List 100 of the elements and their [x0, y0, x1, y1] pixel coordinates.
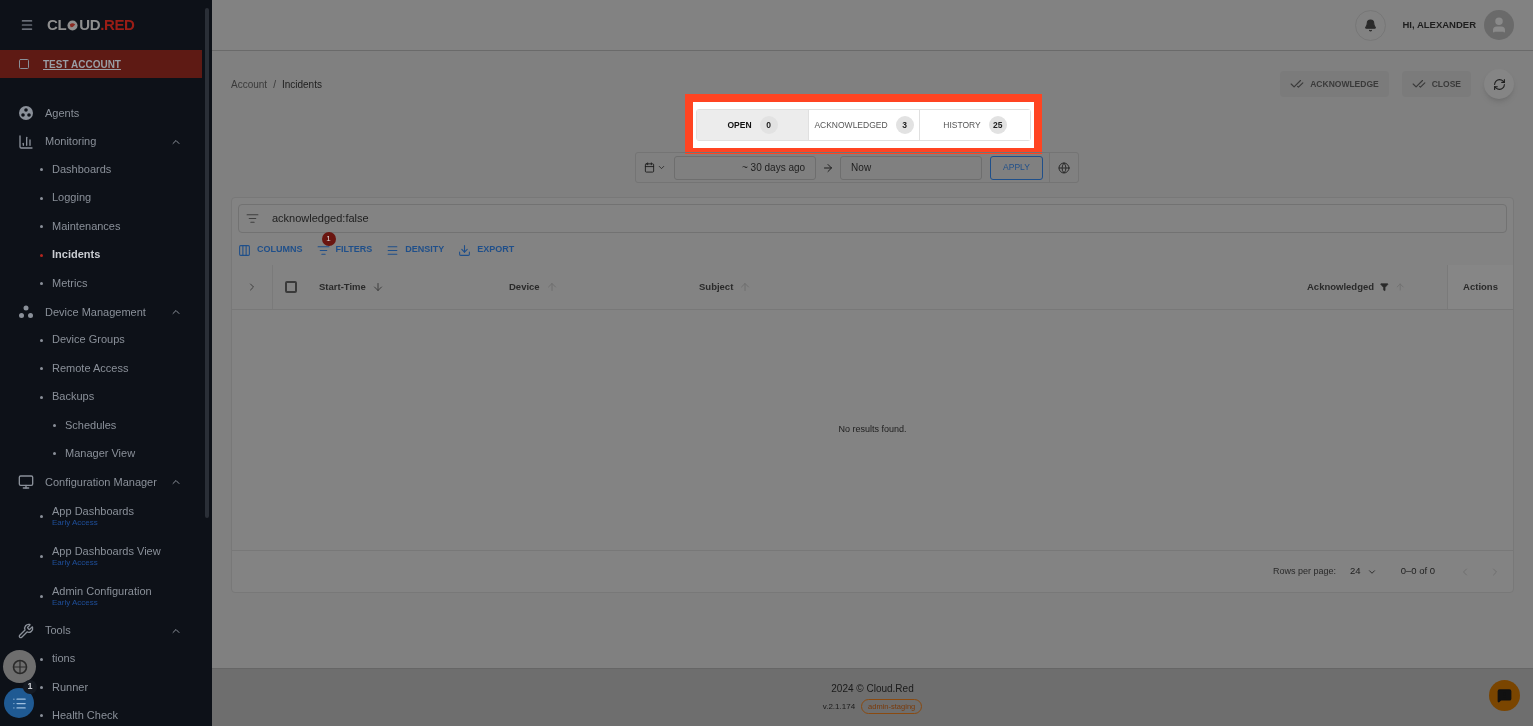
- sidebar-item[interactable]: App Dashboards View Early Access: [40, 536, 173, 577]
- account-name: TEST ACCOUNT: [43, 57, 121, 72]
- sidebar-item[interactable]: Dashboards: [40, 155, 124, 185]
- column-header[interactable]: Acknowledged: [1307, 279, 1375, 295]
- sidebar-item[interactable]: Schedules: [53, 411, 129, 440]
- item-label: Remote Access: [52, 361, 129, 376]
- version: v.2.1.174: [822, 700, 856, 713]
- sidebar-item[interactable]: tions: [40, 644, 88, 674]
- item-label: tions: [52, 652, 76, 666]
- sidebar-section[interactable]: Configuration Manager: [0, 468, 202, 497]
- filter-icon: [316, 243, 330, 257]
- user-icon: [1490, 16, 1508, 34]
- bullet-icon: [40, 714, 43, 718]
- sidebar-item[interactable]: Maintenances: [40, 212, 133, 241]
- double-check-icon: [1411, 77, 1426, 91]
- column-header[interactable]: Actions: [1463, 279, 1498, 295]
- tab-count: 3: [895, 116, 914, 134]
- bullet-icon: [40, 168, 43, 172]
- item-label: Maintenances: [52, 219, 121, 234]
- item-label: Schedules: [65, 418, 117, 433]
- columns-icon: [238, 243, 251, 257]
- sidebar-item[interactable]: Runner: [40, 673, 101, 702]
- count-badge: 1: [23, 680, 37, 694]
- section-label: Device Management: [45, 304, 147, 320]
- bullet-icon: [53, 452, 56, 456]
- calendar-icon: [644, 162, 656, 173]
- column-header[interactable]: Device: [509, 279, 540, 295]
- sidebar-item[interactable]: App Dashboards Early Access: [40, 496, 146, 537]
- early-access-label: Early Access: [52, 518, 99, 529]
- bullet-icon: [53, 424, 56, 427]
- sort-down-icon[interactable]: [371, 281, 384, 293]
- list-button[interactable]: [4, 688, 34, 718]
- bullet-icon: [40, 367, 43, 371]
- avatar[interactable]: [1484, 10, 1514, 40]
- sidebar-item[interactable]: Health Check: [40, 701, 131, 726]
- section-label: Tools: [45, 623, 72, 639]
- bullet-icon: [40, 253, 43, 257]
- logo: CL UD.RED: [47, 14, 135, 35]
- refresh-button[interactable]: [1484, 69, 1514, 99]
- early-access-label: Early Access: [52, 598, 99, 609]
- column-header[interactable]: Start-Time: [319, 279, 366, 295]
- sidebar-item[interactable]: Backups: [40, 382, 107, 412]
- list-icon: [11, 695, 27, 711]
- status-tab[interactable]: HISTORY 25: [919, 110, 1030, 140]
- end-date-field[interactable]: Now: [840, 155, 983, 180]
- rows-per-page-select[interactable]: 24: [1350, 564, 1377, 579]
- globe-icon[interactable]: [1057, 161, 1070, 174]
- select-all-checkbox[interactable]: [285, 281, 297, 293]
- item-label: Dashboards: [52, 163, 112, 177]
- sidebar-item[interactable]: Metrics: [40, 269, 100, 298]
- item-label: App Dashboards: [52, 504, 134, 519]
- sidebar-section[interactable]: Tools: [0, 616, 202, 645]
- column-header[interactable]: Subject: [699, 279, 734, 295]
- bullet-icon: [40, 282, 43, 286]
- feedback-icon: [1497, 688, 1512, 703]
- filter-icon: [246, 212, 259, 225]
- density-icon: [386, 243, 400, 257]
- nodes-icon: [18, 303, 34, 320]
- sidebar-item[interactable]: Device Groups: [40, 326, 137, 355]
- item-label: Incidents: [52, 248, 101, 262]
- start-date-field[interactable]: ~ 30 days ago: [674, 155, 817, 180]
- breadcrumb: Incidents: [281, 77, 322, 92]
- search-value: acknowledged:false: [272, 211, 369, 227]
- sidebar-section[interactable]: Agents: [0, 99, 202, 128]
- item-label: Health Check: [52, 708, 119, 723]
- sidebar-item[interactable]: Remote Access: [40, 354, 141, 383]
- globe-icon: [11, 658, 28, 675]
- chart-icon: [18, 133, 34, 150]
- search-field[interactable]: acknowledged:false: [238, 204, 1507, 233]
- breadcrumb-separator: /: [273, 77, 276, 92]
- bell-icon: [1364, 18, 1378, 32]
- section-label: Agents: [45, 105, 81, 121]
- bullet-icon: [40, 338, 43, 342]
- account-icon: [18, 58, 30, 70]
- tab-count: 0: [759, 116, 778, 134]
- sidebar-item[interactable]: Manager View: [53, 439, 148, 469]
- bullet-icon: [40, 196, 43, 200]
- monitor-icon: [18, 474, 34, 491]
- tab-count: 25: [988, 116, 1007, 134]
- filter-count-badge: 1: [321, 232, 336, 247]
- menu-icon[interactable]: [20, 18, 34, 32]
- item-label: Admin Configuration: [52, 584, 152, 599]
- agents-icon: [18, 105, 34, 122]
- bullet-icon: [40, 685, 43, 689]
- bullet-icon: [40, 554, 43, 558]
- account-bar[interactable]: TEST ACCOUNT: [0, 50, 202, 78]
- rows-per-page-label: Rows per page:: [1273, 564, 1337, 578]
- sidebar-item[interactable]: Incidents: [40, 240, 113, 270]
- bullet-icon: [40, 594, 43, 598]
- sidebar-item[interactable]: Logging: [40, 184, 104, 213]
- feedback-button[interactable]: [1489, 680, 1520, 711]
- sidebar-section[interactable]: Monitoring: [0, 127, 202, 156]
- double-check-icon: [1290, 77, 1305, 91]
- status-tab[interactable]: OPEN 0: [697, 110, 808, 140]
- item-label: Device Groups: [52, 333, 125, 348]
- bullet-icon: [40, 225, 43, 229]
- filter-icon[interactable]: [1380, 282, 1389, 292]
- sidebar-section[interactable]: Device Management: [0, 297, 202, 327]
- sidebar-item[interactable]: Admin Configuration Early Access: [40, 576, 164, 617]
- logo-bubble[interactable]: [3, 650, 36, 683]
